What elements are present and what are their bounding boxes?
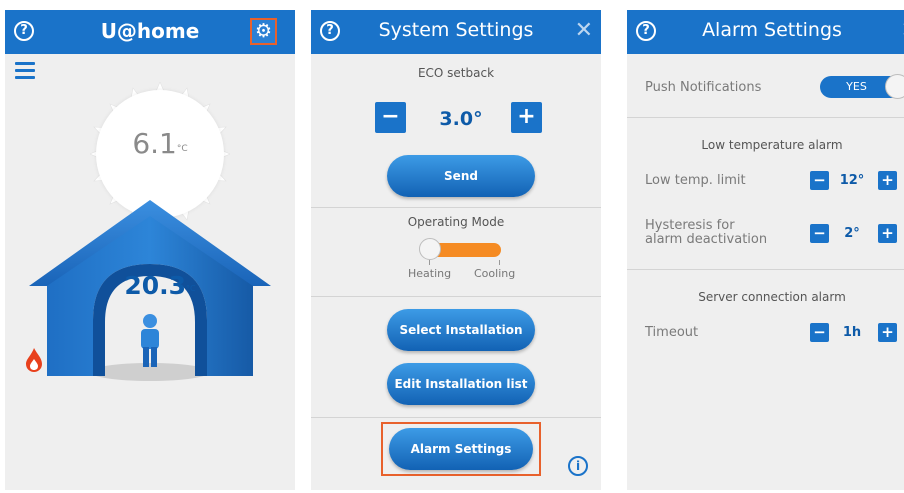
person-icon <box>141 314 159 367</box>
menu-icon[interactable] <box>15 62 35 83</box>
low-temp-section-title: Low temperature alarm <box>701 138 843 152</box>
divider <box>311 296 601 297</box>
push-notifications-knob[interactable] <box>885 74 904 99</box>
tick-heating <box>429 260 430 265</box>
screen-title: Alarm Settings <box>702 19 842 41</box>
hysteresis-label-line-1: Hysteresis for <box>645 218 735 233</box>
alarm-settings-screen: ? Alarm Settings ✕ Push Notifications YE… <box>627 10 904 490</box>
hysteresis-decrease-button[interactable]: − <box>810 224 829 243</box>
outdoor-temp-value: 6.1 <box>132 127 177 160</box>
alarm-settings-header: ? Alarm Settings ✕ <box>627 10 904 54</box>
mode-cooling-label: Cooling <box>474 267 516 280</box>
indoor-temperature: 20.3°C <box>100 271 220 300</box>
home-screen: ? U@home ⚙ 6.1°C 20.3°C <box>5 10 295 490</box>
divider <box>311 417 601 418</box>
select-installation-button[interactable]: Select Installation <box>387 309 535 351</box>
screen-title: System Settings <box>378 19 534 41</box>
mode-heating-label: Heating <box>408 267 452 280</box>
tick-cooling <box>499 260 500 265</box>
push-notifications-label: Push Notifications <box>645 80 762 95</box>
outdoor-temp-unit: °C <box>176 144 188 154</box>
eco-setback-label: ECO setback <box>417 66 495 80</box>
low-temp-limit-label: Low temp. limit <box>645 173 746 188</box>
house-illustration <box>29 200 271 381</box>
system-settings-header: ? System Settings ✕ <box>311 10 601 54</box>
low-temp-increase-button[interactable]: + <box>878 171 897 190</box>
page-indicator[interactable] <box>118 485 174 490</box>
operating-mode-label: Operating Mode <box>407 215 505 229</box>
home-header: ? U@home ⚙ <box>5 10 295 54</box>
eco-setback-value: 3.0° <box>439 108 483 130</box>
info-icon[interactable]: i <box>568 456 588 476</box>
close-icon[interactable]: ✕ <box>575 18 593 44</box>
hysteresis-value: 2° <box>844 226 860 241</box>
indoor-temp-unit: °C <box>186 284 196 293</box>
server-connection-section-title: Server connection alarm <box>698 290 846 304</box>
divider <box>627 117 904 118</box>
timeout-label: Timeout <box>645 325 699 340</box>
hysteresis-label-line-2: alarm deactivation <box>645 232 768 247</box>
alarm-settings-button[interactable]: Alarm Settings <box>389 428 533 470</box>
hysteresis-label: Hysteresis for alarm deactivation <box>645 219 767 247</box>
operating-mode-toggle[interactable] <box>431 243 501 257</box>
timeout-increase-button[interactable]: + <box>878 323 897 342</box>
indoor-temp-value: 20.3 <box>124 271 187 300</box>
send-button[interactable]: Send <box>387 155 535 197</box>
push-notifications-value: YES <box>846 80 867 93</box>
eco-increase-button[interactable]: + <box>511 102 542 133</box>
low-temp-decrease-button[interactable]: − <box>810 171 829 190</box>
hysteresis-increase-button[interactable]: + <box>878 224 897 243</box>
settings-gear-button[interactable]: ⚙ <box>250 18 277 45</box>
operating-mode-knob[interactable] <box>419 238 441 260</box>
timeout-decrease-button[interactable]: − <box>810 323 829 342</box>
close-icon[interactable]: ✕ <box>901 18 904 44</box>
gear-icon: ⚙ <box>254 20 273 42</box>
eco-decrease-button[interactable]: − <box>375 102 406 133</box>
outdoor-temperature: 6.1°C <box>105 127 215 160</box>
system-settings-screen: ? System Settings ✕ ECO setback − 3.0° +… <box>311 10 601 490</box>
edit-installation-list-button[interactable]: Edit Installation list <box>387 363 535 405</box>
timeout-value: 1h <box>842 325 862 340</box>
divider <box>311 207 601 208</box>
low-temp-limit-value: 12° <box>839 173 865 188</box>
divider <box>627 269 904 270</box>
flame-icon <box>26 348 42 372</box>
